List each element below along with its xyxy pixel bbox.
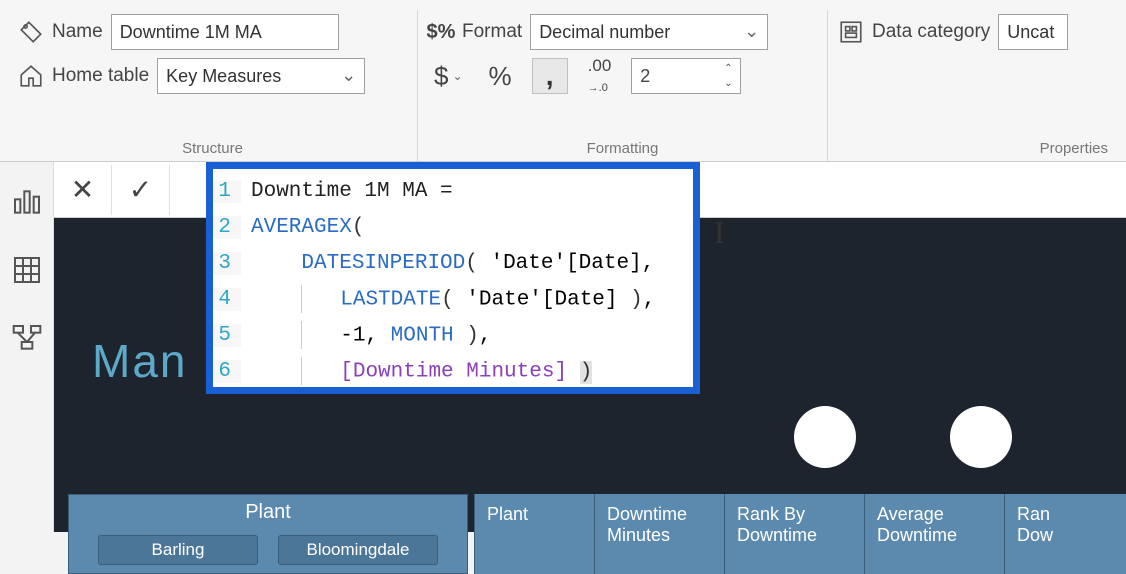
dax-line[interactable]: 2AVERAGEX( [213, 209, 693, 245]
home-table-value: Key Measures [166, 66, 281, 87]
data-category-label: Data category [872, 21, 990, 43]
line-number: 4 [213, 288, 241, 311]
decimal-down-button[interactable]: ⌄ [718, 76, 738, 91]
group-properties: Data category Uncat Properties [828, 10, 1118, 161]
format-select-value: Decimal number [539, 22, 670, 43]
kpi-circle[interactable] [950, 406, 1012, 468]
currency-button[interactable]: $⌄ [428, 58, 469, 94]
home-icon [18, 63, 44, 89]
group-label-formatting: Formatting [587, 140, 659, 157]
table-column-header[interactable]: Average Downtime [864, 494, 1004, 574]
group-label-properties: Properties [1040, 140, 1108, 157]
thousands-separator-button[interactable]: , [532, 58, 568, 94]
line-number: 2 [213, 216, 241, 239]
format-select[interactable]: Decimal number [530, 14, 768, 50]
decimal-places-value: 2 [640, 66, 650, 87]
group-label-structure: Structure [182, 140, 243, 157]
table-column-header[interactable]: Downtime Minutes [594, 494, 724, 574]
format-icon: $% [428, 19, 454, 45]
code-content[interactable]: [Downtime Minutes] ) [241, 357, 592, 385]
report-title-fragment: Man [92, 334, 187, 388]
name-input-value: Downtime 1M MA [120, 22, 262, 43]
percent-button[interactable]: % [483, 58, 518, 94]
decimal-up-button[interactable]: ⌃ [718, 61, 738, 76]
category-icon [838, 19, 864, 45]
code-content[interactable]: LASTDATE( 'Date'[Date] ), [241, 285, 655, 313]
decimal-places-input[interactable]: 2 ⌃ ⌄ [631, 58, 741, 94]
canvas: ✕ ✓ Man Plant Barling Bloomingdale Plant… [54, 162, 1126, 532]
dax-editor[interactable]: 1Downtime 1M MA =2AVERAGEX(3 DATESINPERI… [206, 162, 700, 394]
tag-icon [18, 19, 44, 45]
slicer-title: Plant [69, 495, 467, 529]
format-label: Format [462, 21, 522, 43]
dax-line[interactable]: 6 [Downtime Minutes] ) [213, 353, 693, 389]
slicer-option[interactable]: Barling [98, 535, 258, 565]
decimal-shift-button[interactable]: .00→.0 [582, 58, 618, 94]
formula-cancel-button[interactable]: ✕ [54, 165, 112, 215]
line-number: 3 [213, 252, 241, 275]
model-view-icon[interactable] [11, 322, 43, 354]
plant-slicer: Plant Barling Bloomingdale [68, 494, 468, 574]
line-number: 5 [213, 324, 241, 347]
data-category-value: Uncat [1007, 22, 1054, 43]
home-table-label: Home table [52, 65, 149, 87]
home-table-select[interactable]: Key Measures [157, 58, 365, 94]
dax-line[interactable]: 4 LASTDATE( 'Date'[Date] ), [213, 281, 693, 317]
table-column-header[interactable]: Ran Dow [1004, 494, 1094, 574]
code-content[interactable]: Downtime 1M MA = [241, 180, 453, 203]
line-number: 1 [213, 180, 241, 203]
kpi-circle[interactable] [794, 406, 856, 468]
table-headers: Plant Downtime Minutes Rank By Downtime … [474, 494, 1126, 574]
name-label: Name [52, 21, 103, 43]
name-input[interactable]: Downtime 1M MA [111, 14, 339, 50]
ribbon: Name Downtime 1M MA Home table Key Measu… [0, 0, 1126, 162]
line-number: 6 [213, 360, 241, 383]
group-formatting: $% Format Decimal number $⌄ % , .00→.0 2… [418, 10, 828, 161]
dax-line[interactable]: 3 DATESINPERIOD( 'Date'[Date], [213, 245, 693, 281]
dax-line[interactable]: 5 -1, MONTH ), [213, 317, 693, 353]
dax-line[interactable]: 1Downtime 1M MA = [213, 173, 693, 209]
data-category-select[interactable]: Uncat [998, 14, 1068, 50]
code-content[interactable]: AVERAGEX( [241, 216, 364, 239]
report-view-icon[interactable] [11, 186, 43, 218]
formula-commit-button[interactable]: ✓ [112, 165, 170, 215]
code-content[interactable]: -1, MONTH ), [241, 321, 491, 349]
code-content[interactable]: DATESINPERIOD( 'Date'[Date], [241, 252, 654, 275]
view-switcher [0, 162, 54, 532]
group-structure: Name Downtime 1M MA Home table Key Measu… [8, 10, 418, 161]
text-cursor-icon: I [714, 214, 725, 251]
slicer-option[interactable]: Bloomingdale [278, 535, 438, 565]
data-view-icon[interactable] [11, 254, 43, 286]
table-column-header[interactable]: Rank By Downtime [724, 494, 864, 574]
table-column-header[interactable]: Plant [474, 494, 594, 574]
